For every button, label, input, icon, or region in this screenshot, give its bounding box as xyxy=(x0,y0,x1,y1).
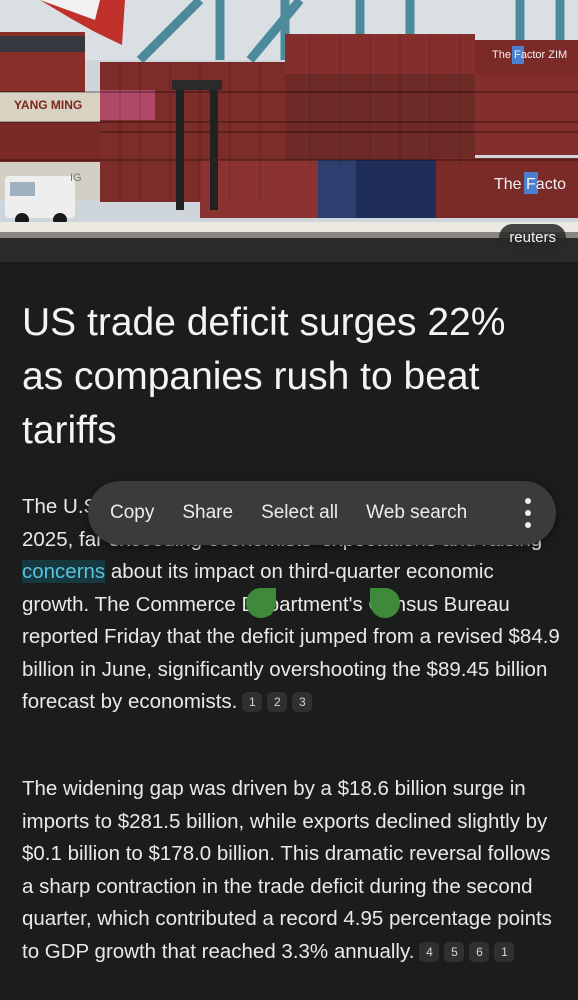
selected-word-highlight[interactable]: concerns xyxy=(22,560,106,583)
citation-badge[interactable]: 6 xyxy=(469,941,490,962)
brand-label-facto: The Facto xyxy=(494,176,567,193)
citation-badge[interactable]: 3 xyxy=(292,692,313,712)
image-source-badge[interactable]: reuters xyxy=(499,224,566,251)
web-search-button[interactable]: Web search xyxy=(352,502,481,524)
selection-handle-start[interactable] xyxy=(246,588,276,618)
selection-handle-end[interactable] xyxy=(370,588,400,618)
citation-badge[interactable]: 1 xyxy=(494,941,515,962)
select-all-button[interactable]: Select all xyxy=(247,502,352,524)
brand-label-factor-zim: The Factor ZIM xyxy=(492,49,568,61)
text-selection-toolbar: Copy Share Select all Web search xyxy=(88,481,556,545)
citation-badge[interactable]: 1 xyxy=(242,692,263,712)
citation-badge[interactable]: 4 xyxy=(419,941,440,962)
truck-label: IG xyxy=(70,172,82,184)
citation-badge[interactable]: 5 xyxy=(444,941,465,962)
copy-button[interactable]: Copy xyxy=(88,502,168,524)
more-vert-icon[interactable] xyxy=(520,498,536,528)
container-port-photo xyxy=(0,0,578,262)
paragraph-2-text: The widening gap was driven by a $18.6 b… xyxy=(22,777,552,963)
share-button[interactable]: Share xyxy=(168,502,247,524)
article-headline: US trade deficit surges 22% as companies… xyxy=(22,301,506,452)
article-paragraph-2[interactable]: The widening gap was driven by a $18.6 b… xyxy=(22,773,562,968)
brand-label-yang-ming: YANG MING xyxy=(14,98,83,112)
article-hero-image: YANG MING The Factor ZIM The Facto IG re… xyxy=(0,0,578,262)
citation-badge[interactable]: 2 xyxy=(267,692,288,712)
